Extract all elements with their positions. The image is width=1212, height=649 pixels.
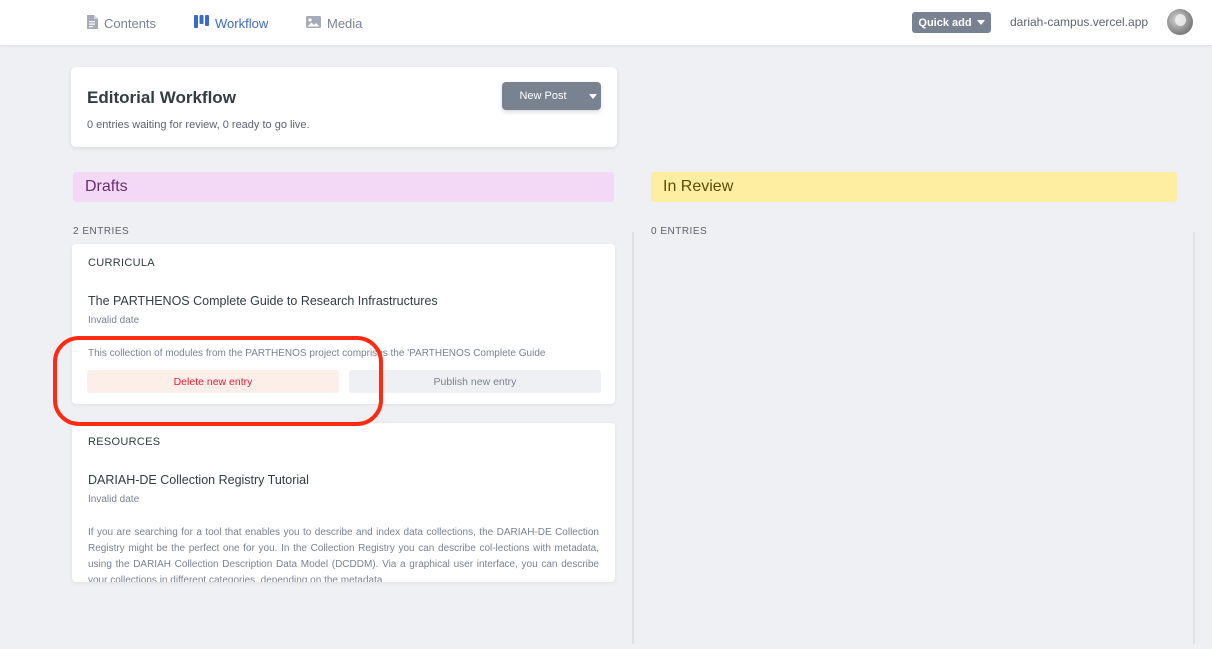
entry-collection: CURRICULA [88,257,155,269]
entry-description: This collection of modules from the PART… [88,348,546,359]
nav-workflow[interactable]: Workflow [194,14,268,32]
column-divider [632,232,634,644]
quick-add-button[interactable]: Quick add [912,12,991,33]
page-title: Editorial Workflow [87,88,236,107]
top-bar: Contents Workflow Media Quick add dariah… [0,0,1212,45]
review-entries-count: 0 ENTRIES [651,226,708,237]
nav-workflow-label: Workflow [215,15,269,31]
nav-media-label: Media [327,15,363,31]
nav-contents-label: Contents [104,15,157,31]
drafts-entries-count: 2 ENTRIES [73,226,130,237]
nav-contents[interactable]: Contents [86,14,156,32]
image-icon [306,15,321,31]
new-post-label: New Post [519,90,567,102]
new-post-button[interactable]: New Post [502,82,601,110]
nav-media[interactable]: Media [306,14,362,32]
quick-add-label: Quick add [918,16,972,29]
column-header-in-review: In Review [651,172,1177,202]
workflow-header-card: Editorial Workflow 0 entries waiting for… [71,67,617,147]
kanban-icon [194,15,209,31]
chevron-down-icon[interactable] [584,82,601,110]
column-divider [1193,232,1195,644]
entry-description: If you are searching for a tool that ena… [88,527,599,582]
delete-entry-button[interactable]: Delete new entry [87,370,339,393]
site-url-link[interactable]: dariah-campus.vercel.app [1010,15,1148,29]
avatar[interactable] [1167,9,1193,35]
entry-title: The PARTHENOS Complete Guide to Research… [88,294,438,308]
document-icon [86,14,98,32]
workflow-status-text: 0 entries waiting for review, 0 ready to… [87,119,310,131]
entry-date: Invalid date [88,315,140,326]
publish-entry-button[interactable]: Publish new entry [349,370,601,393]
column-header-drafts: Drafts [73,172,614,202]
entry-date: Invalid date [88,494,140,505]
entry-title: DARIAH-DE Collection Registry Tutorial [88,473,309,487]
entry-card[interactable]: RESOURCES DARIAH-DE Collection Registry … [72,423,615,582]
chevron-down-icon [976,20,985,25]
entry-collection: RESOURCES [88,436,161,448]
entry-card[interactable]: CURRICULA The PARTHENOS Complete Guide t… [72,244,615,404]
